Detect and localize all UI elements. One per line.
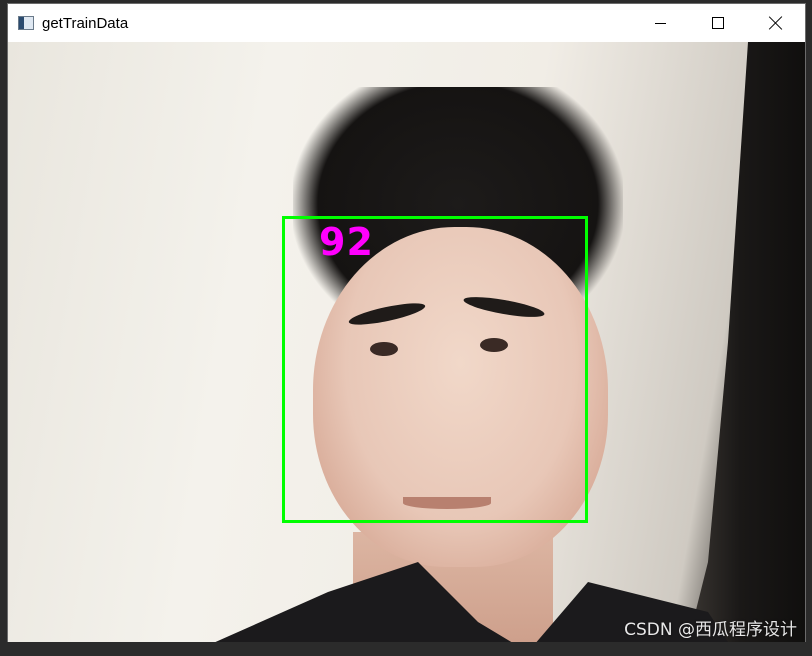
app-window: getTrainData 92 CSDN @西瓜程序设计 [7,3,806,642]
window-controls [631,4,805,42]
minimize-icon [654,22,666,24]
title-bar[interactable]: getTrainData [8,4,805,42]
photo-frame-edge [688,42,805,642]
close-button[interactable] [747,4,805,42]
background-ide-bottom [0,642,812,656]
app-icon [18,16,34,30]
close-icon [769,16,783,30]
face-confidence-label: 92 [319,220,374,264]
window-title: getTrainData [42,14,129,32]
background-ide-right [806,0,812,656]
watermark: CSDN @西瓜程序设计 [624,620,797,640]
maximize-icon [712,17,724,29]
camera-frame: 92 CSDN @西瓜程序设计 [8,42,805,642]
maximize-button[interactable] [689,4,747,42]
minimize-button[interactable] [631,4,689,42]
